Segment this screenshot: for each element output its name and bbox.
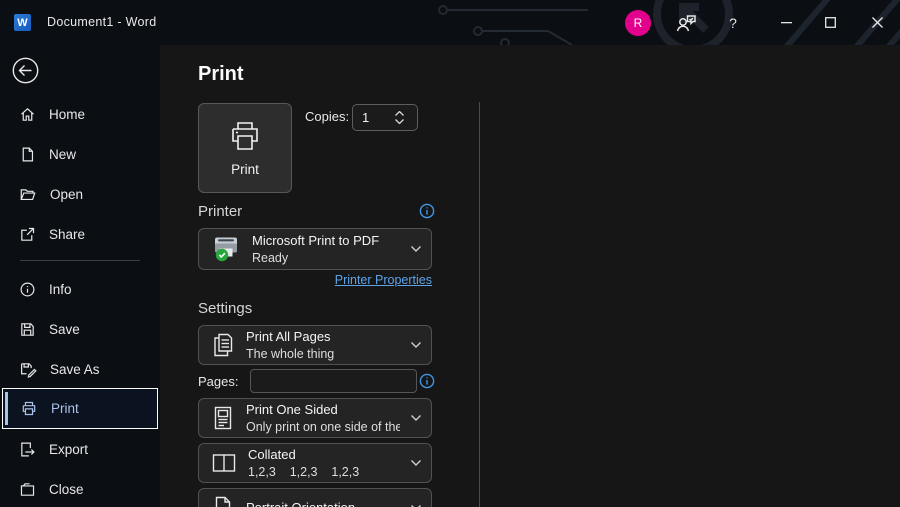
collated-icon	[212, 454, 236, 472]
printer-info-icon[interactable]	[419, 203, 435, 219]
sidebar-item-export[interactable]: Export	[0, 429, 160, 469]
person-bubble-icon	[676, 14, 696, 31]
settings-section-heading: Settings	[198, 300, 253, 317]
sidebar-item-close[interactable]: Close	[0, 469, 160, 507]
info-icon	[20, 282, 35, 296]
orientation-title: Portrait Orientation	[246, 499, 400, 507]
home-icon	[21, 107, 34, 121]
export-icon	[21, 442, 35, 456]
duplex-selection: Print One Sided Only print on one side o…	[246, 401, 400, 435]
orientation-selection: Portrait Orientation	[246, 499, 400, 507]
one-sided-icon	[214, 406, 232, 430]
sidebar-item-label: Save As	[50, 361, 100, 377]
open-folder-icon	[20, 188, 36, 200]
copies-input[interactable]	[353, 105, 393, 130]
panel-scrollbar[interactable]	[479, 102, 480, 507]
close-document-icon	[20, 482, 35, 496]
copies-spinner[interactable]	[395, 111, 404, 124]
sidebar-item-open[interactable]: Open	[0, 174, 160, 214]
printer-status: Ready	[252, 250, 289, 265]
collation-dropdown[interactable]: Collated 1,2,3 1,2,3 1,2,3	[198, 443, 432, 483]
pages-label: Pages:	[198, 374, 239, 389]
sidebar-item-label: Close	[49, 481, 84, 497]
sidebar-item-label: Info	[49, 281, 72, 297]
account-avatar[interactable]: R	[625, 10, 651, 36]
share-icon	[21, 227, 35, 241]
save-icon	[21, 322, 34, 336]
page-title: Print	[198, 63, 244, 85]
pages-info-icon[interactable]	[419, 373, 435, 389]
printer-status-icon	[215, 237, 237, 262]
chevron-down-icon	[411, 415, 421, 421]
chevron-down-icon	[411, 342, 421, 348]
help-button[interactable]: ?	[718, 0, 748, 45]
minimize-icon	[780, 21, 792, 23]
new-document-icon	[22, 147, 34, 161]
collation-subtitle: 1,2,3 1,2,3 1,2,3	[248, 464, 360, 479]
sidebar-item-print[interactable]: Print	[2, 388, 158, 429]
print-range-selection: Print All Pages The whole thing	[246, 328, 400, 362]
print-icon	[22, 401, 36, 416]
sidebar-item-label: Home	[49, 106, 86, 122]
collation-title: Collated	[248, 447, 296, 463]
sidebar-item-label: Open	[50, 186, 84, 202]
sidebar-item-label: Save	[49, 321, 80, 337]
pages-input[interactable]	[250, 369, 417, 393]
backstage-sidebar: Home New Open Share Info Save Save As Pr…	[0, 45, 160, 507]
word-app-icon: W	[14, 14, 31, 31]
printer-name: Microsoft Print to PDF	[252, 233, 380, 249]
duplex-title: Print One Sided	[246, 402, 338, 418]
save-as-icon	[21, 362, 37, 378]
title-bar: W Document1 - Word R ?	[0, 0, 900, 45]
sidebar-item-label: Print	[51, 401, 79, 416]
maximize-button[interactable]	[814, 0, 846, 45]
sidebar-item-home[interactable]: Home	[0, 94, 160, 134]
sidebar-divider	[20, 260, 140, 261]
close-icon	[871, 17, 883, 28]
chevron-down-icon	[411, 460, 421, 466]
orientation-dropdown[interactable]: Portrait Orientation	[198, 488, 432, 507]
sidebar-item-save[interactable]: Save	[0, 309, 160, 349]
print-button[interactable]: Print	[198, 103, 292, 193]
sidebar-item-label: Export	[49, 441, 89, 457]
back-button[interactable]	[12, 57, 39, 84]
sidebar-item-info[interactable]: Info	[0, 269, 160, 309]
maximize-icon	[824, 17, 836, 28]
printer-select-dropdown[interactable]: Microsoft Print to PDF Ready	[198, 228, 432, 270]
sidebar-item-share[interactable]: Share	[0, 214, 160, 254]
sidebar-item-save-as[interactable]: Save As	[0, 349, 160, 389]
printer-section-heading: Printer	[198, 203, 243, 220]
print-range-title: Print All Pages	[246, 329, 331, 345]
sidebar-item-label: Share	[49, 226, 86, 242]
copies-label: Copies:	[305, 109, 350, 124]
printer-selection: Microsoft Print to PDF Ready	[252, 232, 400, 266]
word-backstage-window: W Document1 - Word R ? Home New Open Sha…	[0, 0, 900, 507]
all-pages-icon	[214, 333, 233, 357]
printer-properties-link[interactable]: Printer Properties	[198, 273, 432, 287]
window-title: Document1 - Word	[47, 15, 157, 29]
duplex-dropdown[interactable]: Print One Sided Only print on one side o…	[198, 398, 432, 438]
sidebar-item-new[interactable]: New	[0, 134, 160, 174]
presenter-mode-button[interactable]	[670, 0, 702, 45]
close-window-button[interactable]	[861, 0, 893, 45]
copies-stepper	[352, 104, 418, 131]
print-range-dropdown[interactable]: Print All Pages The whole thing	[198, 325, 432, 365]
duplex-subtitle: Only print on one side of the...	[246, 419, 400, 434]
printer-icon	[232, 122, 258, 150]
sidebar-item-label: New	[49, 146, 77, 162]
back-arrow-icon	[12, 57, 39, 84]
print-range-subtitle: The whole thing	[246, 346, 335, 361]
portrait-icon	[215, 496, 231, 507]
chevron-down-icon	[411, 246, 421, 252]
minimize-button[interactable]	[770, 0, 802, 45]
collation-selection: Collated 1,2,3 1,2,3 1,2,3	[248, 446, 400, 480]
spinner-up-icon	[395, 111, 404, 116]
spinner-down-icon	[395, 119, 404, 124]
print-button-label: Print	[231, 162, 259, 177]
print-settings-panel: Print Print Copies: Printer	[160, 45, 900, 507]
